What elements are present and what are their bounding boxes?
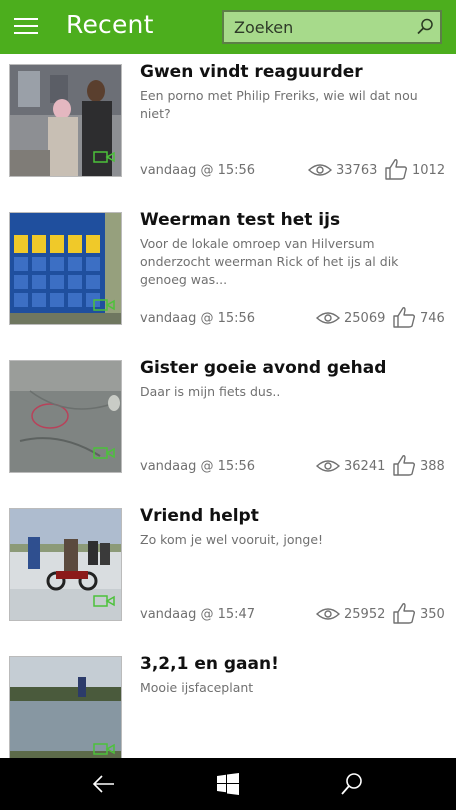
list-item[interactable]: Gwen vindt reaguurder Een porno met Phil… (0, 54, 456, 202)
item-date: vandaag @ 15:56 (140, 311, 256, 326)
view-count: 25952 (344, 607, 386, 622)
system-navigation-bar (0, 758, 456, 810)
list-item[interactable]: Vriend helpt Zo kom je wel vooruit, jong… (0, 498, 456, 646)
video-thumbnail[interactable] (9, 212, 122, 325)
search-box[interactable] (222, 10, 442, 44)
item-description: Een porno met Philip Freriks, wie wil da… (140, 88, 418, 121)
item-description: Voor de lokale omroep van Hilversum onde… (140, 236, 399, 287)
search-icon[interactable] (338, 770, 366, 798)
video-camera-icon (93, 595, 115, 607)
eye-icon (316, 460, 340, 472)
item-title[interactable]: Weerman test het ijs (140, 210, 340, 230)
video-thumbnail[interactable] (9, 360, 122, 473)
eye-icon (316, 608, 340, 620)
video-feed: Gwen vindt reaguurder Een porno met Phil… (0, 54, 456, 758)
item-title[interactable]: Vriend helpt (140, 506, 259, 526)
app-header: Recent (0, 0, 456, 54)
item-description: Daar is mijn fiets dus.. (140, 384, 281, 399)
item-description: Zo kom je wel vooruit, jonge! (140, 532, 324, 547)
view-count: 33763 (336, 163, 378, 178)
video-camera-icon (93, 743, 115, 755)
item-date: vandaag @ 15:56 (140, 459, 256, 474)
video-camera-icon (93, 447, 115, 459)
thumbs-up-icon[interactable] (384, 158, 408, 180)
video-camera-icon (93, 151, 115, 163)
like-count: 350 (420, 607, 445, 622)
item-description: Mooie ijsfaceplant (140, 680, 254, 695)
item-date: vandaag @ 15:47 (140, 607, 256, 622)
list-item[interactable]: 3,2,1 en gaan! Mooie ijsfaceplant (0, 646, 456, 758)
search-icon[interactable] (414, 16, 436, 38)
thumbs-up-icon[interactable] (392, 454, 416, 476)
eye-icon (316, 312, 340, 324)
video-thumbnail[interactable] (9, 64, 122, 177)
video-thumbnail[interactable] (9, 656, 122, 758)
item-date: vandaag @ 15:56 (140, 163, 256, 178)
like-count: 746 (420, 311, 445, 326)
view-count: 25069 (344, 311, 386, 326)
page-title: Recent (66, 10, 154, 39)
view-count: 36241 (344, 459, 386, 474)
eye-icon (308, 164, 332, 176)
back-arrow-icon[interactable] (90, 770, 118, 798)
thumbs-up-icon[interactable] (392, 602, 416, 624)
item-title[interactable]: 3,2,1 en gaan! (140, 654, 279, 674)
search-input[interactable] (224, 12, 410, 42)
list-item[interactable]: Weerman test het ijs Voor de lokale omro… (0, 202, 456, 350)
like-count: 388 (420, 459, 445, 474)
item-title[interactable]: Gwen vindt reaguurder (140, 62, 363, 82)
list-item[interactable]: Gister goeie avond gehad Daar is mijn fi… (0, 350, 456, 498)
item-title[interactable]: Gister goeie avond gehad (140, 358, 386, 378)
video-camera-icon (93, 299, 115, 311)
video-thumbnail[interactable] (9, 508, 122, 621)
like-count: 1012 (412, 163, 446, 178)
hamburger-menu-icon[interactable] (14, 14, 40, 38)
windows-logo-icon[interactable] (214, 770, 242, 798)
thumbs-up-icon[interactable] (392, 306, 416, 328)
